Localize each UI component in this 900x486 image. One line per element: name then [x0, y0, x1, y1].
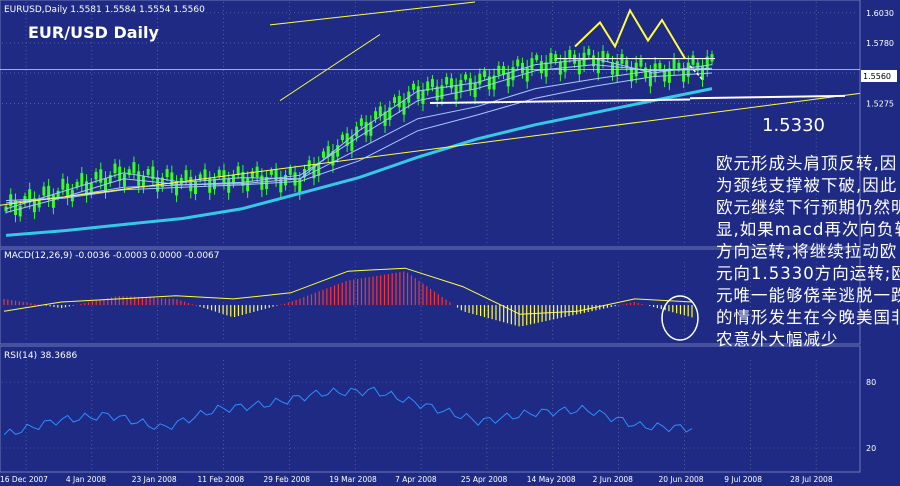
rsi-panel [0, 345, 861, 473]
price-candle-body [51, 194, 55, 208]
price-candle-body [194, 181, 198, 195]
price-candle-body [587, 48, 591, 56]
price-candle-body [710, 54, 714, 62]
price-candle-body [321, 151, 325, 158]
x-tick-label: 4 Jan 2008 [66, 475, 106, 484]
price-candle-body [269, 169, 273, 175]
price-candle-body [416, 86, 420, 100]
chart-title: EUR/USD Daily [28, 23, 160, 42]
price-candle-body [288, 167, 292, 175]
price-candle-body [530, 58, 534, 71]
price-candle-body [236, 166, 240, 175]
price-candle-body [80, 173, 84, 186]
price-candle-body [610, 62, 614, 75]
price-candle-body [231, 174, 235, 184]
price-candle-body [478, 73, 482, 85]
rsi-info-label: RSI(14) 38.3686 [4, 351, 77, 361]
x-tick-label: 20 Jun 2008 [658, 475, 703, 484]
x-tick-label: 9 Jul 2008 [724, 475, 762, 484]
price-candle-body [350, 136, 354, 151]
price-candle-body [359, 118, 363, 126]
price-candle-body [61, 178, 65, 190]
x-tick-label: 14 May 2008 [527, 475, 576, 484]
price-candle-body [677, 62, 681, 69]
x-tick-label: 2 Jun 2008 [593, 475, 634, 484]
price-candle-body [274, 168, 278, 181]
price-candle-body [549, 53, 553, 64]
price-candle-body [184, 170, 188, 181]
price-candle-body [374, 111, 378, 120]
x-tick-label: 7 Apr 2008 [395, 475, 437, 484]
price-candle-body [99, 169, 103, 183]
x-tick-label: 11 Feb 2008 [198, 475, 245, 484]
price-info-label: EURUSD,Daily 1.5581 1.5584 1.5554 1.5560 [4, 5, 205, 15]
support-level-label: 1.5330 [762, 115, 825, 136]
price-candle-body [682, 68, 686, 82]
price-candle-body [402, 100, 406, 115]
price-candle-body [340, 134, 344, 140]
rsi-tick-label: 20 [866, 444, 876, 453]
macd-info-label: MACD(12,26,9) -0.0036 -0.0003 0.0000 -0.… [4, 251, 220, 261]
price-candle-body [516, 59, 520, 67]
price-candle-body [459, 79, 463, 93]
price-candle-body [430, 79, 434, 88]
price-candle-body [18, 206, 22, 217]
price-candle-body [47, 185, 51, 200]
price-candle-body [42, 186, 46, 196]
price-candle-body [468, 78, 472, 91]
chart-window: 16 Dec 2007 4 Jan 2008 23 Jan 2008 11 Feb 2… [0, 0, 900, 486]
price-candle-body [445, 77, 449, 85]
price-candle-body [217, 169, 221, 177]
x-tick-label: 16 Dec 2007 [0, 475, 48, 484]
analysis-annotation: 欧元形成头肩顶反转,因为颈线支撑被下破,因此欧元继续下行预期仍然明显,如果mac… [716, 154, 900, 349]
price-candle-body [691, 55, 695, 65]
price-candle-body [473, 82, 477, 98]
price-candle-body [483, 70, 487, 78]
price-candle-body [397, 95, 401, 108]
price-candle-body [497, 65, 501, 75]
price-candle-body [411, 83, 415, 90]
price-candle-body [421, 89, 425, 105]
x-tick-label: 25 Apr 2008 [461, 475, 508, 484]
rsi-tick-label: 80 [866, 378, 876, 387]
price-candle-body [596, 58, 600, 74]
price-candle-body [122, 173, 126, 187]
price-candle-body [658, 62, 662, 69]
price-candle-body [568, 50, 572, 59]
current-price-label: 1.5560 [863, 72, 891, 81]
price-candle-body [165, 169, 169, 178]
x-tick-label: 23 Jan 2008 [132, 475, 177, 484]
price-candle-body [464, 74, 468, 80]
y-tick-label: 1.5275 [866, 100, 894, 109]
x-tick-label: 19 Mar 2008 [329, 475, 377, 484]
x-tick-label: 28 Jul 2008 [790, 475, 833, 484]
price-candle-body [639, 58, 643, 67]
price-candle-body [629, 67, 633, 82]
price-candle-body [378, 106, 382, 116]
price-candle-body [141, 176, 145, 188]
price-candle-body [393, 97, 397, 104]
price-candle-body [535, 55, 539, 61]
x-tick-label: 29 Feb 2008 [263, 475, 310, 484]
price-candle-body [672, 58, 676, 70]
price-candle-body [615, 61, 619, 76]
price-candle-body [137, 171, 141, 186]
price-candle-body [648, 72, 652, 87]
price-candle-body [577, 60, 581, 75]
price-candle-body [146, 169, 150, 175]
price-candle-body [539, 61, 543, 74]
price-candle-body [132, 162, 136, 174]
price-candle-body [502, 66, 506, 75]
y-tick-label: 1.5780 [866, 39, 894, 48]
price-candle-body [94, 171, 98, 180]
price-candle-body [554, 54, 558, 62]
price-candle-body [56, 190, 60, 198]
y-tick-label: 1.6030 [866, 9, 894, 18]
price-candle-body [113, 163, 117, 174]
